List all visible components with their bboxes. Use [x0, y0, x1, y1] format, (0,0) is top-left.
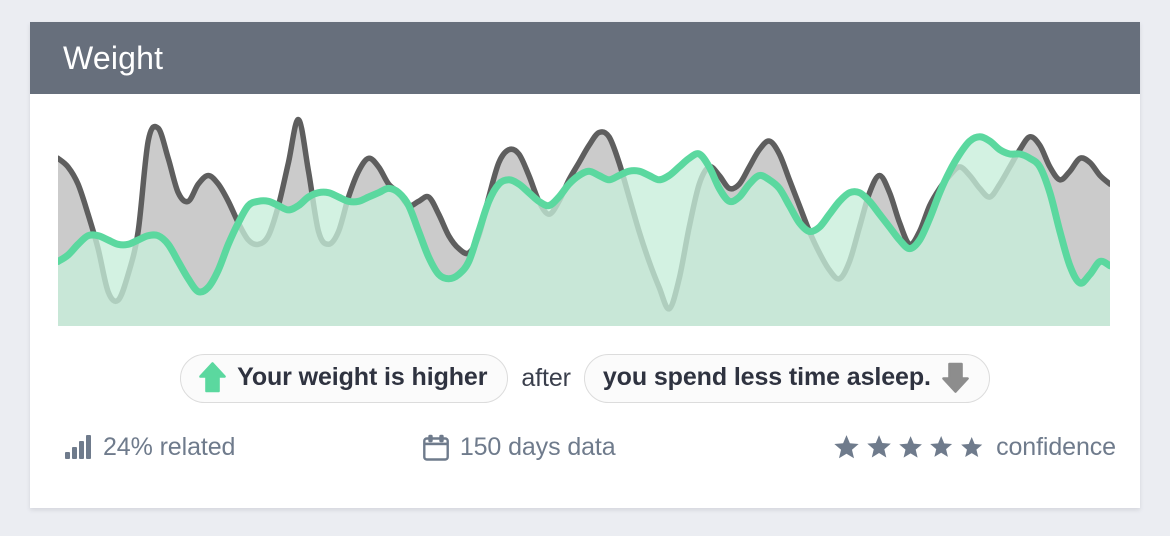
related-label: 24% related: [103, 433, 236, 461]
star-icon[interactable]: [866, 434, 892, 460]
star-icon[interactable]: [833, 434, 860, 461]
star-icon[interactable]: [929, 435, 953, 459]
card-footer: 24% related 150 days data confidence: [30, 433, 1140, 462]
page-title: Weight: [63, 40, 164, 76]
card-header: Weight: [30, 22, 1140, 94]
insight-card: Weight Your weight is higher after you s…: [30, 22, 1140, 508]
days-label: 150 days data: [459, 433, 616, 461]
days-stat: 150 days data: [235, 433, 833, 462]
statement-connector: after: [521, 364, 571, 392]
cause-pill-label: you spend less time asleep.: [602, 363, 931, 391]
effect-pill-label: Your weight is higher: [237, 363, 488, 391]
related-stat: 24% related: [65, 433, 235, 462]
arrow-up-icon: [199, 362, 226, 393]
arrow-down-icon: [942, 362, 969, 393]
signal-bars-icon: [65, 435, 91, 459]
calendar-icon: [422, 434, 449, 461]
cause-pill[interactable]: you spend less time asleep.: [583, 354, 990, 403]
star-icon[interactable]: [898, 435, 923, 460]
chart-container: [58, 111, 1110, 326]
confidence-stars: [833, 434, 983, 461]
insight-statement: Your weight is higher after you spend le…: [30, 354, 1140, 403]
star-icon[interactable]: [960, 436, 983, 459]
confidence-stat: confidence: [833, 433, 1116, 462]
effect-pill[interactable]: Your weight is higher: [180, 354, 509, 403]
correlation-area-chart: [58, 116, 1110, 326]
confidence-label: confidence: [996, 433, 1116, 461]
